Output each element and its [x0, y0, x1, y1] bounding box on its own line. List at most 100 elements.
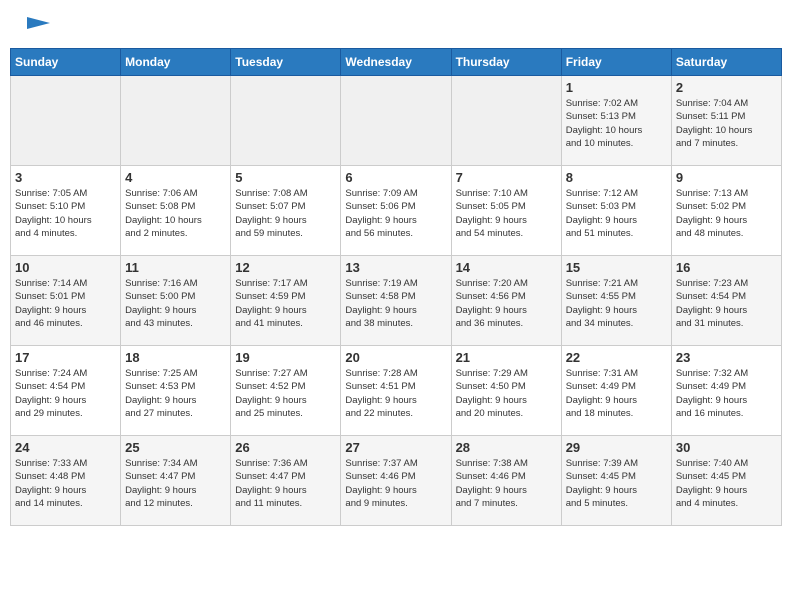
day-number: 22 [566, 350, 667, 365]
day-info: Sunrise: 7:19 AM Sunset: 4:58 PM Dayligh… [345, 277, 446, 330]
day-info: Sunrise: 7:38 AM Sunset: 4:46 PM Dayligh… [456, 457, 557, 510]
day-number: 29 [566, 440, 667, 455]
day-number: 16 [676, 260, 777, 275]
calendar-cell: 26 Sunrise: 7:36 AM Sunset: 4:47 PM Dayli… [231, 436, 341, 526]
day-info: Sunrise: 7:10 AM Sunset: 5:05 PM Dayligh… [456, 187, 557, 240]
calendar-week-row: 1 Sunrise: 7:02 AM Sunset: 5:13 PM Daylig… [11, 76, 782, 166]
day-number: 6 [345, 170, 446, 185]
calendar-cell: 30Sunrise: 7:40 AM Sunset: 4:45 PM Dayli… [671, 436, 781, 526]
day-info: Sunrise: 7:32 AM Sunset: 4:49 PM Dayligh… [676, 367, 777, 420]
day-number: 19 [235, 350, 336, 365]
calendar-cell: 11 Sunrise: 7:16 AM Sunset: 5:00 PM Dayli… [121, 256, 231, 346]
calendar-cell: 1 Sunrise: 7:02 AM Sunset: 5:13 PM Daylig… [561, 76, 671, 166]
calendar-cell: 23 Sunrise: 7:32 AM Sunset: 4:49 PM Dayli… [671, 346, 781, 436]
day-info: Sunrise: 7:31 AM Sunset: 4:49 PM Dayligh… [566, 367, 667, 420]
day-info: Sunrise: 7:25 AM Sunset: 4:53 PM Dayligh… [125, 367, 226, 420]
calendar-week-row: 10 Sunrise: 7:14 AM Sunset: 5:01 PM Dayli… [11, 256, 782, 346]
day-info: Sunrise: 7:28 AM Sunset: 4:51 PM Dayligh… [345, 367, 446, 420]
day-info: Sunrise: 7:33 AM Sunset: 4:48 PM Dayligh… [15, 457, 116, 510]
calendar-cell: 10 Sunrise: 7:14 AM Sunset: 5:01 PM Dayli… [11, 256, 121, 346]
calendar-cell: 19Sunrise: 7:27 AM Sunset: 4:52 PM Dayli… [231, 346, 341, 436]
weekday-header-wednesday: Wednesday [341, 49, 451, 76]
day-info: Sunrise: 7:37 AM Sunset: 4:46 PM Dayligh… [345, 457, 446, 510]
day-info: Sunrise: 7:06 AM Sunset: 5:08 PM Dayligh… [125, 187, 226, 240]
logo [20, 15, 52, 35]
day-number: 24 [15, 440, 116, 455]
calendar-cell [451, 76, 561, 166]
day-info: Sunrise: 7:09 AM Sunset: 5:06 PM Dayligh… [345, 187, 446, 240]
page-header [10, 10, 782, 40]
day-number: 12 [235, 260, 336, 275]
day-number: 21 [456, 350, 557, 365]
day-info: Sunrise: 7:36 AM Sunset: 4:47 PM Dayligh… [235, 457, 336, 510]
weekday-header-tuesday: Tuesday [231, 49, 341, 76]
calendar-cell: 2 Sunrise: 7:04 AM Sunset: 5:11 PM Daylig… [671, 76, 781, 166]
day-number: 2 [676, 80, 777, 95]
day-info: Sunrise: 7:05 AM Sunset: 5:10 PM Dayligh… [15, 187, 116, 240]
day-number: 10 [15, 260, 116, 275]
day-number: 18 [125, 350, 226, 365]
calendar-cell [231, 76, 341, 166]
day-info: Sunrise: 7:24 AM Sunset: 4:54 PM Dayligh… [15, 367, 116, 420]
calendar-cell: 5 Sunrise: 7:08 AM Sunset: 5:07 PM Daylig… [231, 166, 341, 256]
calendar-cell: 29 Sunrise: 7:39 AM Sunset: 4:45 PM Dayli… [561, 436, 671, 526]
day-number: 9 [676, 170, 777, 185]
day-info: Sunrise: 7:04 AM Sunset: 5:11 PM Dayligh… [676, 97, 777, 150]
calendar-cell: 18 Sunrise: 7:25 AM Sunset: 4:53 PM Dayli… [121, 346, 231, 436]
day-info: Sunrise: 7:14 AM Sunset: 5:01 PM Dayligh… [15, 277, 116, 330]
calendar-cell [341, 76, 451, 166]
day-number: 15 [566, 260, 667, 275]
weekday-header-monday: Monday [121, 49, 231, 76]
day-info: Sunrise: 7:12 AM Sunset: 5:03 PM Dayligh… [566, 187, 667, 240]
day-number: 5 [235, 170, 336, 185]
calendar-cell: 21 Sunrise: 7:29 AM Sunset: 4:50 PM Dayli… [451, 346, 561, 436]
day-info: Sunrise: 7:29 AM Sunset: 4:50 PM Dayligh… [456, 367, 557, 420]
day-number: 8 [566, 170, 667, 185]
calendar-cell: 7 Sunrise: 7:10 AM Sunset: 5:05 PM Daylig… [451, 166, 561, 256]
calendar-cell: 27 Sunrise: 7:37 AM Sunset: 4:46 PM Dayli… [341, 436, 451, 526]
calendar-cell: 3 Sunrise: 7:05 AM Sunset: 5:10 PM Daylig… [11, 166, 121, 256]
calendar-cell: 22 Sunrise: 7:31 AM Sunset: 4:49 PM Dayli… [561, 346, 671, 436]
day-number: 23 [676, 350, 777, 365]
day-number: 27 [345, 440, 446, 455]
weekday-header-friday: Friday [561, 49, 671, 76]
calendar-cell: 4 Sunrise: 7:06 AM Sunset: 5:08 PM Daylig… [121, 166, 231, 256]
calendar-cell: 25Sunrise: 7:34 AM Sunset: 4:47 PM Dayli… [121, 436, 231, 526]
calendar-cell: 17 Sunrise: 7:24 AM Sunset: 4:54 PM Dayli… [11, 346, 121, 436]
day-number: 7 [456, 170, 557, 185]
calendar-week-row: 24 Sunrise: 7:33 AM Sunset: 4:48 PM Dayli… [11, 436, 782, 526]
calendar-cell: 9 Sunrise: 7:13 AM Sunset: 5:02 PM Daylig… [671, 166, 781, 256]
day-info: Sunrise: 7:13 AM Sunset: 5:02 PM Dayligh… [676, 187, 777, 240]
logo-flag-icon [22, 15, 52, 35]
calendar-cell: 16 Sunrise: 7:23 AM Sunset: 4:54 PM Dayli… [671, 256, 781, 346]
calendar-cell: 24 Sunrise: 7:33 AM Sunset: 4:48 PM Dayli… [11, 436, 121, 526]
calendar-cell: 8 Sunrise: 7:12 AM Sunset: 5:03 PM Daylig… [561, 166, 671, 256]
calendar-cell: 28 Sunrise: 7:38 AM Sunset: 4:46 PM Dayli… [451, 436, 561, 526]
day-info: Sunrise: 7:16 AM Sunset: 5:00 PM Dayligh… [125, 277, 226, 330]
day-number: 26 [235, 440, 336, 455]
day-info: Sunrise: 7:21 AM Sunset: 4:55 PM Dayligh… [566, 277, 667, 330]
calendar-week-row: 17 Sunrise: 7:24 AM Sunset: 4:54 PM Dayli… [11, 346, 782, 436]
calendar-table: SundayMondayTuesdayWednesdayThursdayFrid… [10, 48, 782, 526]
day-number: 3 [15, 170, 116, 185]
day-info: Sunrise: 7:23 AM Sunset: 4:54 PM Dayligh… [676, 277, 777, 330]
calendar-cell [11, 76, 121, 166]
day-number: 25 [125, 440, 226, 455]
day-number: 17 [15, 350, 116, 365]
day-info: Sunrise: 7:02 AM Sunset: 5:13 PM Dayligh… [566, 97, 667, 150]
day-number: 1 [566, 80, 667, 95]
calendar-cell: 20Sunrise: 7:28 AM Sunset: 4:51 PM Dayli… [341, 346, 451, 436]
day-number: 11 [125, 260, 226, 275]
day-info: Sunrise: 7:17 AM Sunset: 4:59 PM Dayligh… [235, 277, 336, 330]
calendar-cell: 6 Sunrise: 7:09 AM Sunset: 5:06 PM Daylig… [341, 166, 451, 256]
day-number: 30 [676, 440, 777, 455]
day-number: 28 [456, 440, 557, 455]
calendar-cell: 14Sunrise: 7:20 AM Sunset: 4:56 PM Dayli… [451, 256, 561, 346]
day-info: Sunrise: 7:08 AM Sunset: 5:07 PM Dayligh… [235, 187, 336, 240]
day-number: 4 [125, 170, 226, 185]
weekday-header-sunday: Sunday [11, 49, 121, 76]
day-number: 13 [345, 260, 446, 275]
day-info: Sunrise: 7:39 AM Sunset: 4:45 PM Dayligh… [566, 457, 667, 510]
calendar-week-row: 3 Sunrise: 7:05 AM Sunset: 5:10 PM Daylig… [11, 166, 782, 256]
weekday-header-thursday: Thursday [451, 49, 561, 76]
